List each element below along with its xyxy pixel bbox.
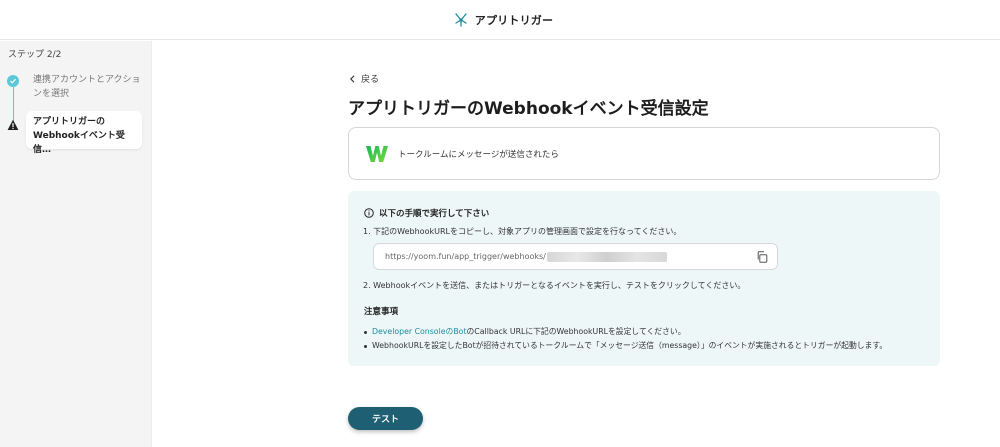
sidebar-step-1[interactable]: 連携アカウントとアクションを選択	[7, 73, 147, 101]
step-count: ステップ 2/2	[8, 50, 62, 60]
header-brand: アプリトリガー	[453, 12, 553, 28]
check-icon	[7, 75, 19, 87]
page-title: アプリトリガーのWebhookイベント受信設定	[348, 99, 709, 119]
back-label: 戻る	[361, 75, 380, 85]
instruction-step-1: 1. 下記のWebhookURLをコピーし、対象アプリの管理画面で設定を行なって…	[363, 227, 682, 236]
note-2-text: WebhookURLを設定したBotが招待されているトークルームで「メッセージ送…	[372, 341, 888, 350]
trigger-event-label: トークルームにメッセージが送信されたら	[398, 149, 559, 160]
instructions-header: 以下の手順で実行して下さい	[364, 207, 489, 219]
notes-list: Developer ConsoleのBot のCallback URLに下記のW…	[364, 325, 887, 353]
instructions-panel: 以下の手順で実行して下さい 1. 下記のWebhookURLをコピーし、対象アプ…	[348, 191, 940, 366]
top-bar: アプリトリガー	[0, 0, 1000, 40]
redacted-url-segment	[546, 251, 667, 262]
info-icon	[364, 208, 374, 218]
notes-title: 注意事項	[364, 307, 399, 317]
sidebar-step-1-label: 連携アカウントとアクションを選択	[33, 75, 141, 99]
warning-icon	[7, 119, 19, 130]
test-button[interactable]: テスト	[348, 407, 423, 430]
developer-console-link[interactable]: Developer ConsoleのBot	[372, 325, 467, 339]
note-item-1: Developer ConsoleのBot のCallback URLに下記のW…	[364, 325, 887, 339]
header-title: アプリトリガー	[474, 13, 554, 27]
sidebar-step-2-label: アプリトリガーのWebhookイベント受信…	[33, 117, 125, 155]
note-1-text: のCallback URLに下記のWebhookURLを設定してください。	[466, 327, 686, 336]
chevron-left-icon	[350, 74, 355, 83]
trigger-event-card: トークルームにメッセージが送信されたら	[348, 127, 940, 180]
line-works-logo-icon	[366, 145, 388, 162]
app-trigger-icon	[455, 12, 467, 27]
sidebar: ステップ 2/2 連携アカウントとアクションを選択 アプリトリガーのWebhoo…	[0, 41, 152, 447]
copy-icon[interactable]	[756, 251, 768, 263]
note-item-2: WebhookURLを設定したBotが招待されているトークルームで「メッセージ送…	[364, 339, 887, 353]
webhook-url-field[interactable]: https://yoom.fun/app_trigger/webhooks/	[373, 243, 778, 270]
instructions-header-text: 以下の手順で実行して下さい	[379, 209, 490, 219]
webhook-url-text: https://yoom.fun/app_trigger/webhooks/	[385, 252, 546, 261]
back-link[interactable]: 戻る	[349, 72, 379, 85]
instruction-step-2: 2. Webhookイベントを送信、またはトリガーとなるイベントを実行し、テスト…	[363, 281, 746, 290]
